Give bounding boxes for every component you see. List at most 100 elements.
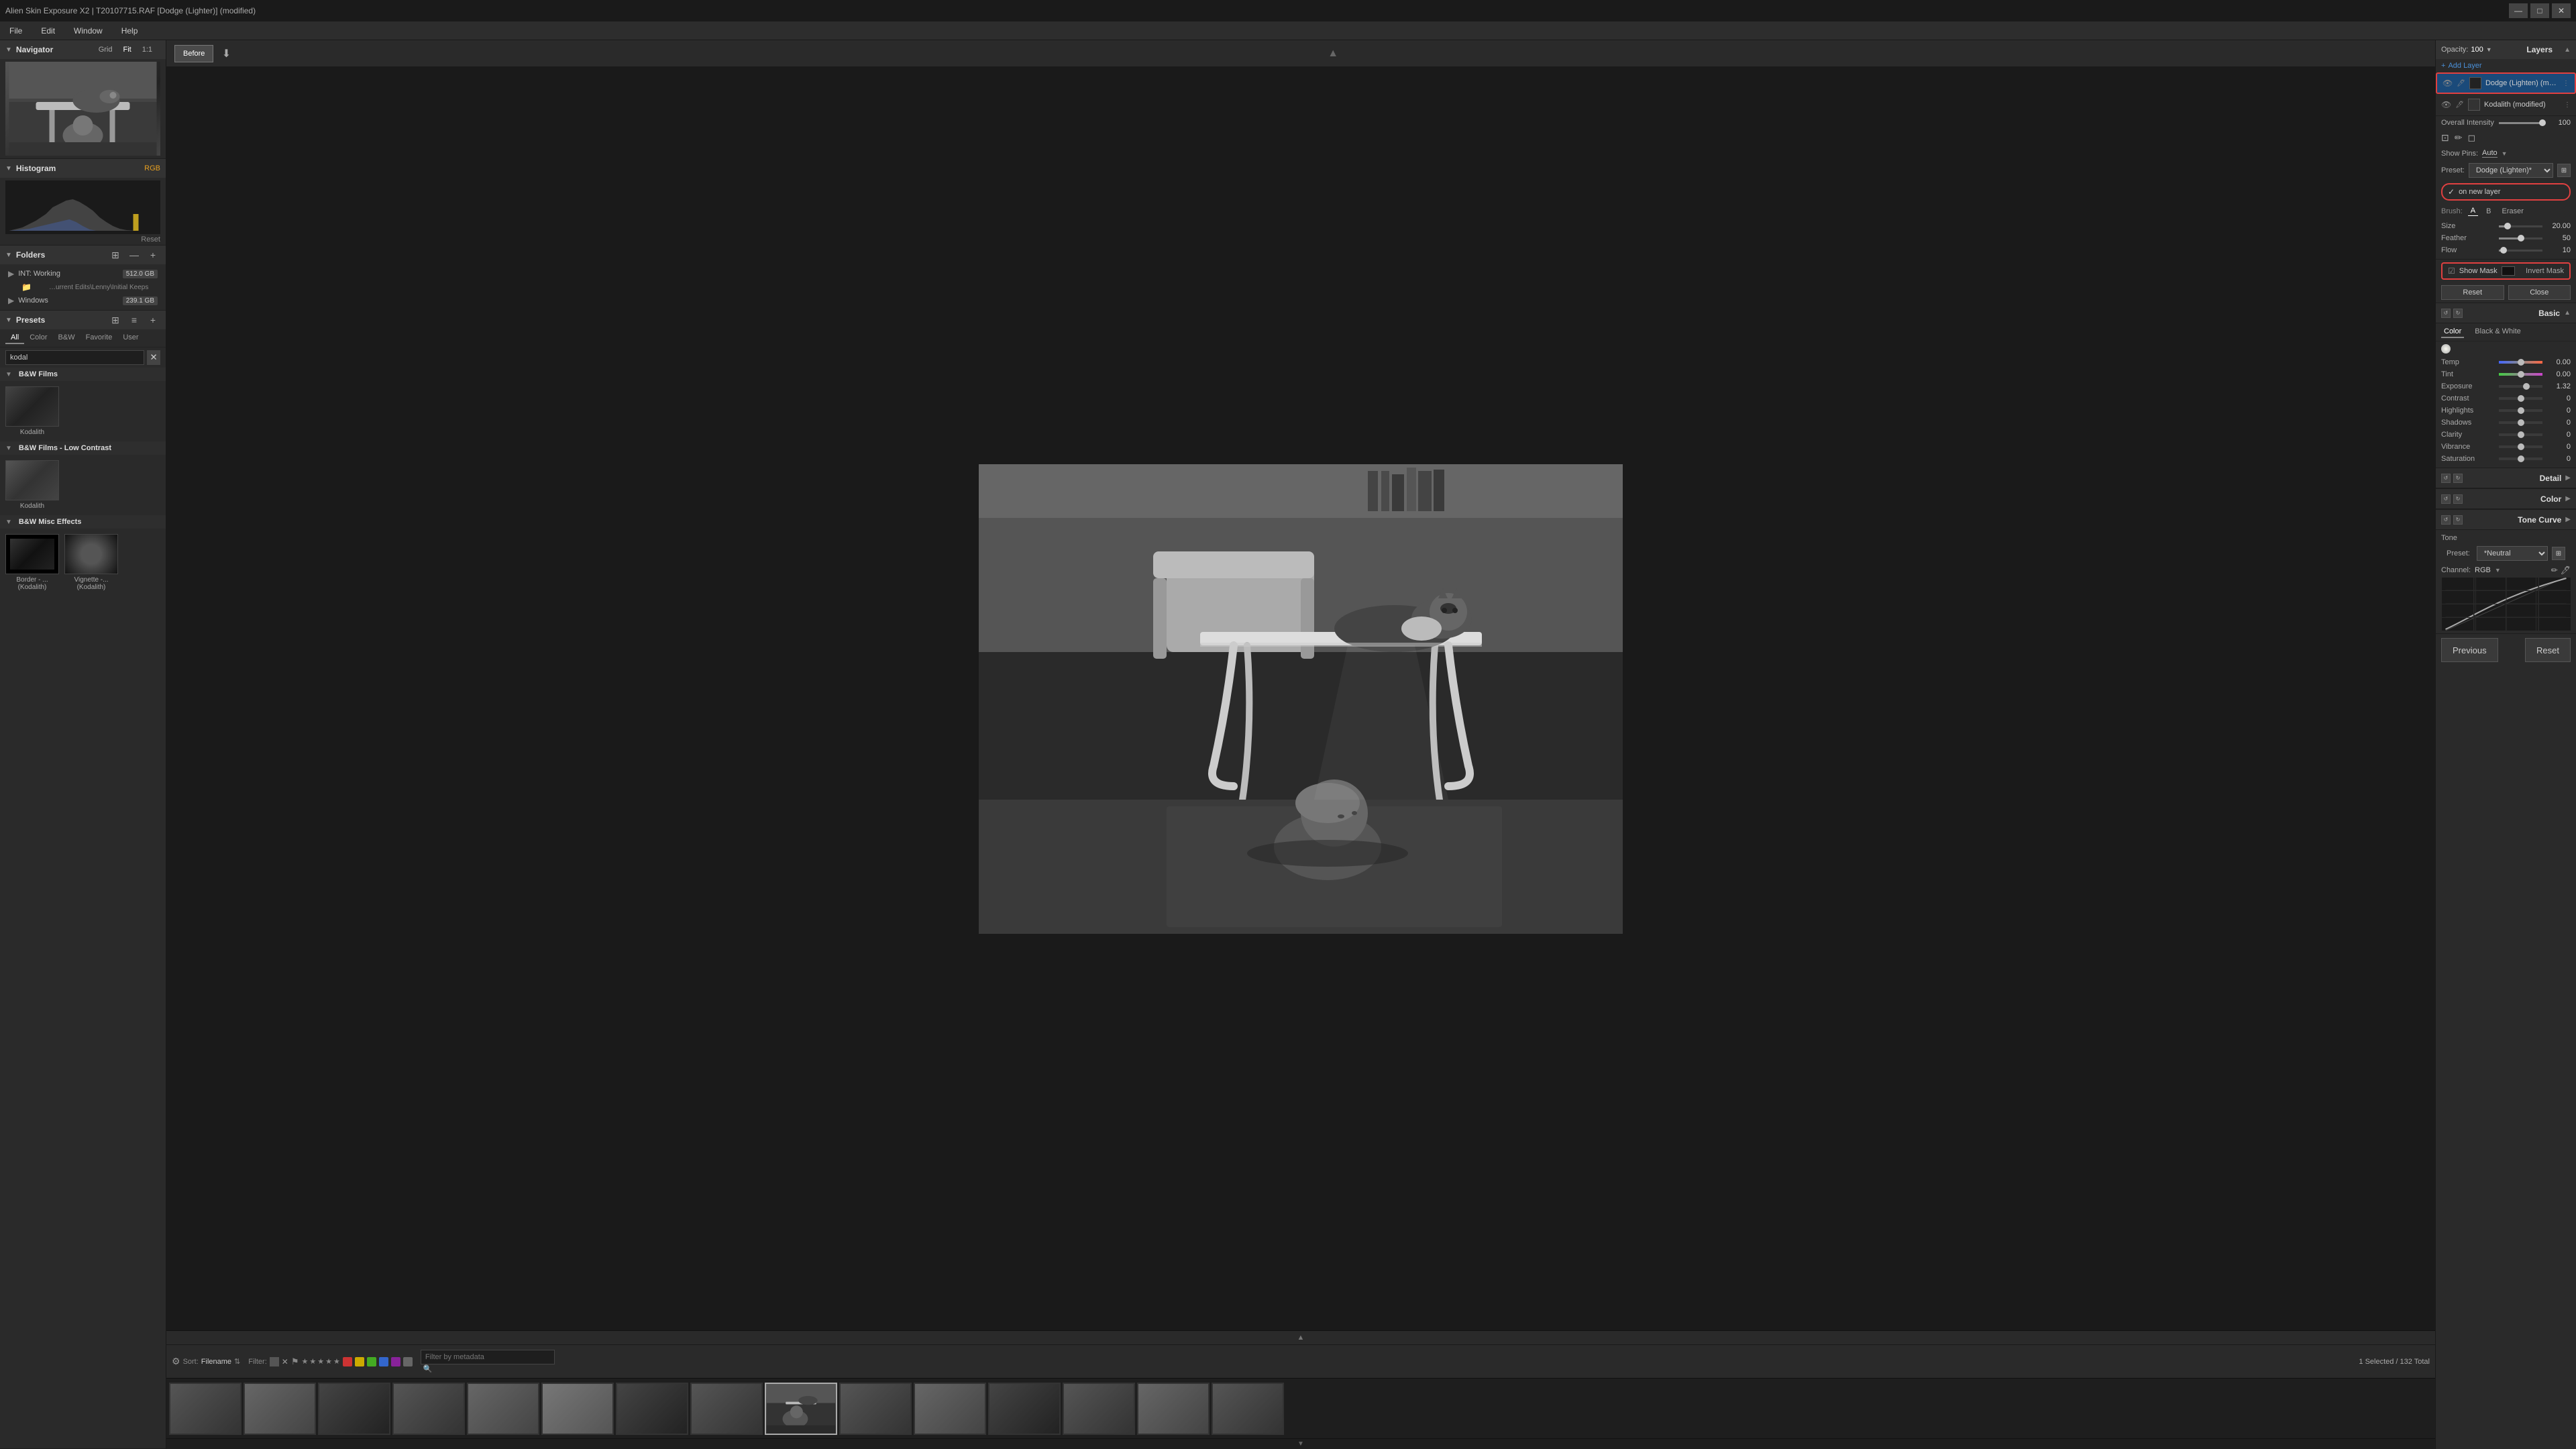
preset-item-vignette[interactable]: Vignette -...(Kodalith)	[64, 534, 118, 591]
exposure-knob[interactable]	[2523, 383, 2530, 390]
histogram-reset[interactable]: Reset	[5, 234, 160, 245]
color-collapse-header[interactable]: ↺ ↻ Color ▶	[2436, 489, 2576, 509]
preset-search-clear-button[interactable]: ✕	[147, 350, 160, 365]
filter-color-green[interactable]	[367, 1357, 376, 1366]
presets-add-icon[interactable]: +	[146, 313, 160, 327]
filmstrip-search-input[interactable]	[421, 1350, 555, 1364]
basic-left-icon[interactable]: ↺	[2441, 309, 2451, 318]
show-mask-checkbox-icon[interactable]: ☑	[2448, 266, 2455, 276]
minimize-button[interactable]: —	[2509, 3, 2528, 18]
close-button-brush[interactable]: Close	[2508, 285, 2571, 300]
color-right-icon[interactable]: ↻	[2453, 494, 2463, 504]
navigator-grid-btn[interactable]: Grid	[96, 45, 115, 54]
color-tab[interactable]: Color	[2441, 326, 2464, 338]
layer-more-icon-0[interactable]: ⋮	[2563, 80, 2569, 87]
close-button[interactable]: ✕	[2552, 3, 2571, 18]
presets-header[interactable]: ▼ Presets ⊞ ≡ +	[0, 311, 166, 329]
preset-item-border[interactable]: Border - ...(Kodalith)	[5, 534, 59, 591]
folder-item-0[interactable]: ▶ INT: Working 512.0 GB	[5, 267, 160, 280]
preset-select[interactable]: Dodge (Lighten)*	[2469, 163, 2553, 178]
tone-curve-collapse-header[interactable]: ↺ ↻ Tone Curve ▶	[2436, 510, 2576, 530]
histogram-header[interactable]: ▼ Histogram RGB	[0, 159, 166, 178]
layer-tools-icon-1[interactable]: 🖊	[2455, 101, 2464, 109]
basic-collapse-header[interactable]: ↺ ↻ Basic ▲	[2436, 303, 2576, 323]
presets-list-icon[interactable]: ≡	[127, 313, 142, 327]
folders-plus-icon[interactable]: +	[146, 248, 160, 262]
detail-left-icon[interactable]: ↺	[2441, 474, 2451, 483]
size-thumb[interactable]	[2504, 223, 2511, 229]
preset-tab-favorite[interactable]: Favorite	[80, 332, 118, 344]
filmstrip-settings-icon[interactable]: ⚙	[172, 1356, 180, 1367]
layer-item-1[interactable]: 👁 🖊 Kodalith (modified) ⋮	[2436, 94, 2576, 115]
tint-slider[interactable]	[2499, 373, 2542, 376]
filmstrip-sort-value[interactable]: Filename	[201, 1358, 231, 1366]
filter-color-yellow[interactable]	[355, 1357, 364, 1366]
saturation-slider[interactable]	[2499, 458, 2542, 460]
filmstrip-sort-arrows-icon[interactable]: ⇅	[234, 1357, 240, 1366]
filter-icon[interactable]	[270, 1357, 279, 1366]
detail-collapse-header[interactable]: ↺ ↻ Detail ▶	[2436, 468, 2576, 488]
show-pins-value[interactable]: Auto	[2482, 149, 2498, 158]
preset-tab-user[interactable]: User	[117, 332, 144, 344]
menu-file[interactable]: File	[5, 25, 26, 37]
basic-right-icon[interactable]: ↻	[2453, 309, 2463, 318]
filter-color-purple[interactable]	[391, 1357, 400, 1366]
flow-slider[interactable]	[2499, 250, 2542, 252]
layer-visibility-icon-1[interactable]: 👁	[2441, 100, 2451, 109]
flow-thumb[interactable]	[2500, 247, 2507, 254]
clarity-slider[interactable]	[2499, 433, 2542, 436]
vibrance-knob[interactable]	[2518, 443, 2524, 450]
feather-slider[interactable]	[2499, 237, 2542, 239]
detail-right-icon[interactable]: ↻	[2453, 474, 2463, 483]
menu-edit[interactable]: Edit	[37, 25, 59, 37]
highlights-knob[interactable]	[2518, 407, 2524, 414]
navigator-1-1-btn[interactable]: 1:1	[140, 45, 155, 54]
crop-tool-icon[interactable]: ⊡	[2441, 132, 2449, 144]
tint-knob[interactable]	[2518, 371, 2524, 378]
folders-new-icon[interactable]: ⊞	[108, 248, 123, 262]
filter-star-3-icon[interactable]: ★	[317, 1357, 324, 1366]
filter-x-icon[interactable]: ✕	[282, 1357, 288, 1366]
tone-curve-left-icon[interactable]: ↺	[2441, 515, 2451, 525]
highlights-slider[interactable]	[2499, 409, 2542, 412]
layer-tools-icon-0[interactable]: 🖊	[2457, 80, 2465, 87]
preset-tab-bw[interactable]: B&W	[53, 332, 80, 344]
brush-tab-b[interactable]: B	[2483, 207, 2493, 216]
saturation-knob[interactable]	[2518, 455, 2524, 462]
shadows-slider[interactable]	[2499, 421, 2542, 424]
reset-nav-button[interactable]: Reset	[2525, 638, 2571, 662]
add-layer-bar[interactable]: + Add Layer	[2436, 59, 2576, 72]
maximize-button[interactable]: □	[2530, 3, 2549, 18]
preset-item-kodalith-2[interactable]: Kodalith	[5, 460, 59, 510]
wb-picker-icon[interactable]	[2441, 344, 2451, 354]
channel-picker-icon[interactable]: ✏	[2551, 566, 2558, 575]
before-button[interactable]: Before	[174, 45, 213, 62]
tone-preset-select[interactable]: *Neutral	[2477, 546, 2548, 561]
overall-intensity-thumb[interactable]	[2539, 119, 2546, 126]
navigator-header[interactable]: ▼ Navigator Grid Fit 1:1	[0, 40, 166, 59]
folder-item-1[interactable]: 📁 …urrent Edits\Lenny\Initial Keeps	[5, 280, 160, 294]
filter-star-4-icon[interactable]: ★	[325, 1357, 332, 1366]
preset-group-bw-misc[interactable]: ▼ B&W Misc Effects	[0, 515, 166, 529]
preset-tab-all[interactable]: All	[5, 332, 24, 344]
contrast-knob[interactable]	[2518, 395, 2524, 402]
layer-item-0[interactable]: 👁 🖊 Dodge (Lighten) (mod... ⋮	[2436, 72, 2576, 94]
folder-item-2[interactable]: ▶ Windows 239.1 GB	[5, 294, 160, 307]
feather-thumb[interactable]	[2518, 235, 2524, 241]
on-new-layer-check-icon[interactable]: ✓	[2448, 187, 2455, 197]
pencil-tool-icon[interactable]: ✏	[2455, 132, 2463, 144]
preset-copy-button[interactable]: ⊞	[2557, 164, 2571, 177]
preset-group-bw-low[interactable]: ▼ B&W Films - Low Contrast	[0, 441, 166, 455]
preset-search-input[interactable]	[5, 350, 144, 365]
filter-star-2-icon[interactable]: ★	[309, 1357, 316, 1366]
folders-minus-icon[interactable]: —	[127, 248, 142, 262]
vibrance-slider[interactable]	[2499, 445, 2542, 448]
temp-knob[interactable]	[2518, 359, 2524, 366]
temp-slider[interactable]	[2499, 361, 2542, 364]
brush-tab-a[interactable]: A	[2468, 206, 2478, 216]
shadows-knob[interactable]	[2518, 419, 2524, 426]
filter-color-gray[interactable]	[403, 1357, 413, 1366]
filter-color-blue[interactable]	[379, 1357, 388, 1366]
layer-more-icon-1[interactable]: ⋮	[2564, 101, 2571, 109]
opacity-value[interactable]: 100	[2471, 46, 2483, 54]
